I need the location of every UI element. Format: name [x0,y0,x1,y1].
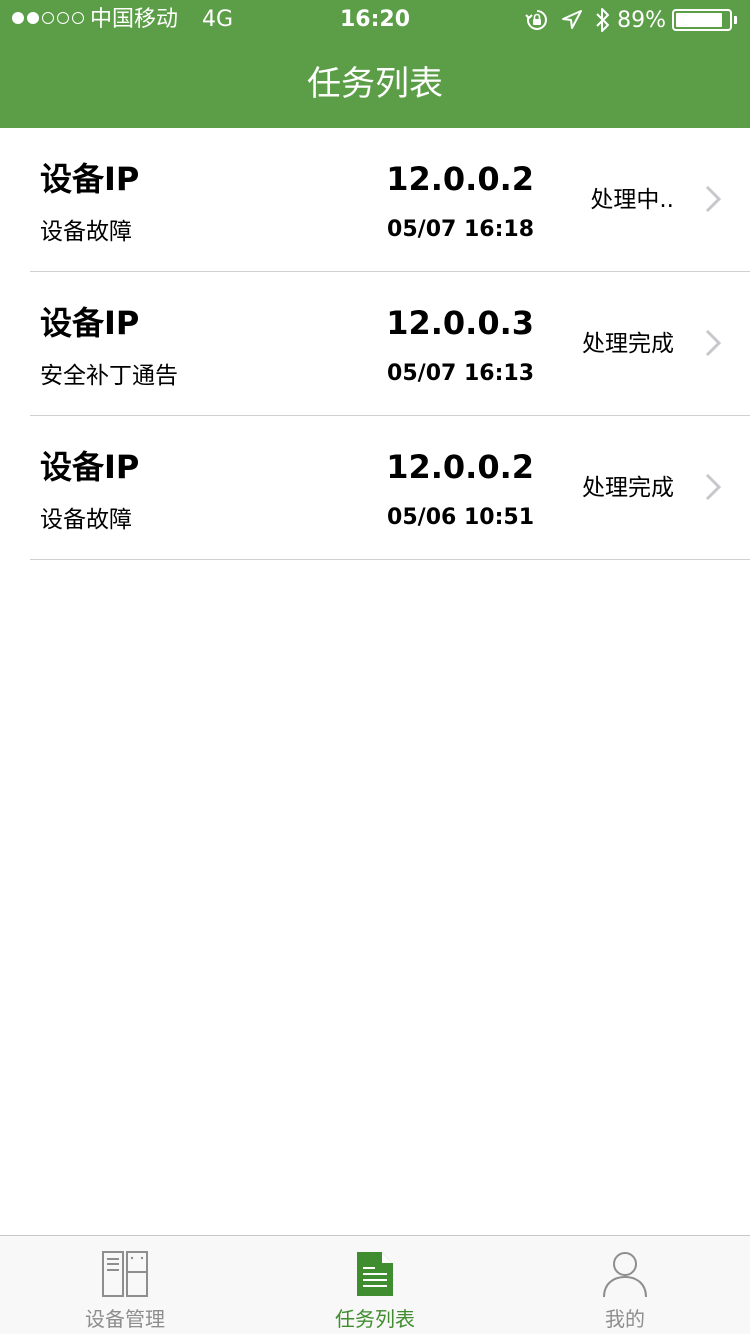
task-row[interactable]: 设备IP 12.0.0.2 设备故障 05/06 10:51 处理完成 [30,416,750,560]
ip-label: 设备IP [40,448,140,486]
status-indicators: 89% [525,5,738,35]
ip-value: 12.0.0.2 [386,448,534,486]
ip-value: 12.0.0.2 [386,160,534,198]
task-type: 设备故障 [40,507,132,533]
task-list-icon [357,1252,393,1296]
ip-value: 12.0.0.3 [386,304,534,342]
task-status: 处理中.. [590,187,674,213]
device-management-icon [102,1251,148,1297]
task-type: 安全补丁通告 [40,363,178,389]
tab-task-list[interactable]: 任务列表 [250,1236,500,1335]
task-status: 处理完成 [582,331,674,357]
tab-label: 我的 [605,1307,645,1331]
chevron-right-icon [705,185,722,213]
battery-icon [672,8,738,32]
tab-label: 任务列表 [335,1307,415,1331]
tab-device-management[interactable]: 设备管理 [0,1236,250,1335]
task-row[interactable]: 设备IP 12.0.0.2 设备故障 05/07 16:18 处理中.. [30,128,750,272]
ip-label: 设备IP [40,160,140,198]
task-status: 处理完成 [582,475,674,501]
task-time: 05/07 16:13 [387,361,534,386]
task-time: 05/06 10:51 [387,505,534,530]
task-row[interactable]: 设备IP 12.0.0.3 安全补丁通告 05/07 16:13 处理完成 [30,272,750,416]
tab-label: 设备管理 [85,1307,165,1331]
location-icon [562,10,583,29]
chevron-right-icon [705,329,722,357]
ip-label: 设备IP [40,304,140,342]
status-bar: 中国移动 4G 16:20 89% [0,0,750,40]
task-time: 05/07 16:18 [387,217,534,242]
battery-percent: 89% [617,7,666,33]
header: 中国移动 4G 16:20 89% 任务列表 [0,0,750,128]
task-type: 设备故障 [40,219,132,245]
chevron-right-icon [705,473,722,501]
rotation-lock-icon [525,10,548,30]
bluetooth-icon [596,8,610,32]
tab-profile[interactable]: 我的 [500,1236,750,1335]
task-list: 设备IP 12.0.0.2 设备故障 05/07 16:18 处理中.. 设备I… [0,128,750,560]
page-title: 任务列表 [307,64,443,104]
profile-icon [603,1252,647,1298]
tab-bar: 设备管理 任务列表 我的 [0,1235,750,1334]
